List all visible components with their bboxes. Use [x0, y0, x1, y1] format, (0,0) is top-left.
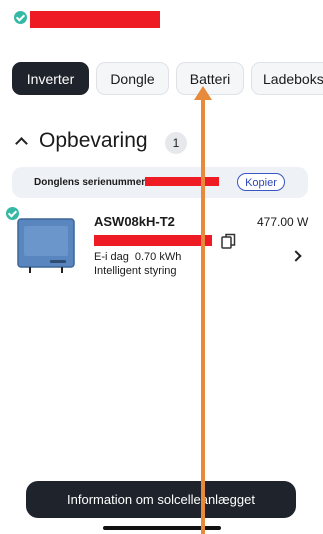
annotation-arrow-head [194, 86, 212, 100]
device-power: 477.00 W [257, 215, 309, 229]
tab-dongle[interactable]: Dongle [96, 62, 169, 95]
dongle-serial-box: Donglens serienummer: Kopier [12, 167, 308, 198]
device-model: ASW08kH-T2 [94, 214, 175, 229]
count-badge: 1 [165, 132, 187, 154]
energy-value: 0.70 kWh [134, 251, 182, 263]
status-check-icon [14, 11, 27, 24]
redacted-serial [145, 177, 219, 186]
copy-button[interactable]: Kopier [237, 173, 285, 191]
redacted-name [30, 11, 160, 28]
copy-icon[interactable] [221, 233, 236, 249]
plant-info-button[interactable]: Information om solcelleanlægget [26, 481, 296, 518]
redacted-serial-device [94, 235, 212, 246]
tab-ladeboks[interactable]: Ladeboks [251, 62, 323, 95]
chevron-up-icon [15, 137, 28, 150]
section-title: Opbevaring [39, 129, 148, 152]
device-tabs: Inverter Dongle Batteri Ladeboks [12, 62, 323, 97]
chevron-right-icon[interactable] [290, 250, 302, 262]
inverter-device-icon [17, 218, 75, 273]
serial-label: Donglens serienummer: [34, 177, 149, 188]
annotation-arrow-line [201, 96, 205, 534]
tab-inverter[interactable]: Inverter [12, 62, 89, 95]
operating-mode: Intelligent styring [94, 265, 177, 277]
energy-today: E-i dag 0.70 kWh [94, 251, 187, 263]
energy-label: E-i dag [94, 251, 129, 263]
